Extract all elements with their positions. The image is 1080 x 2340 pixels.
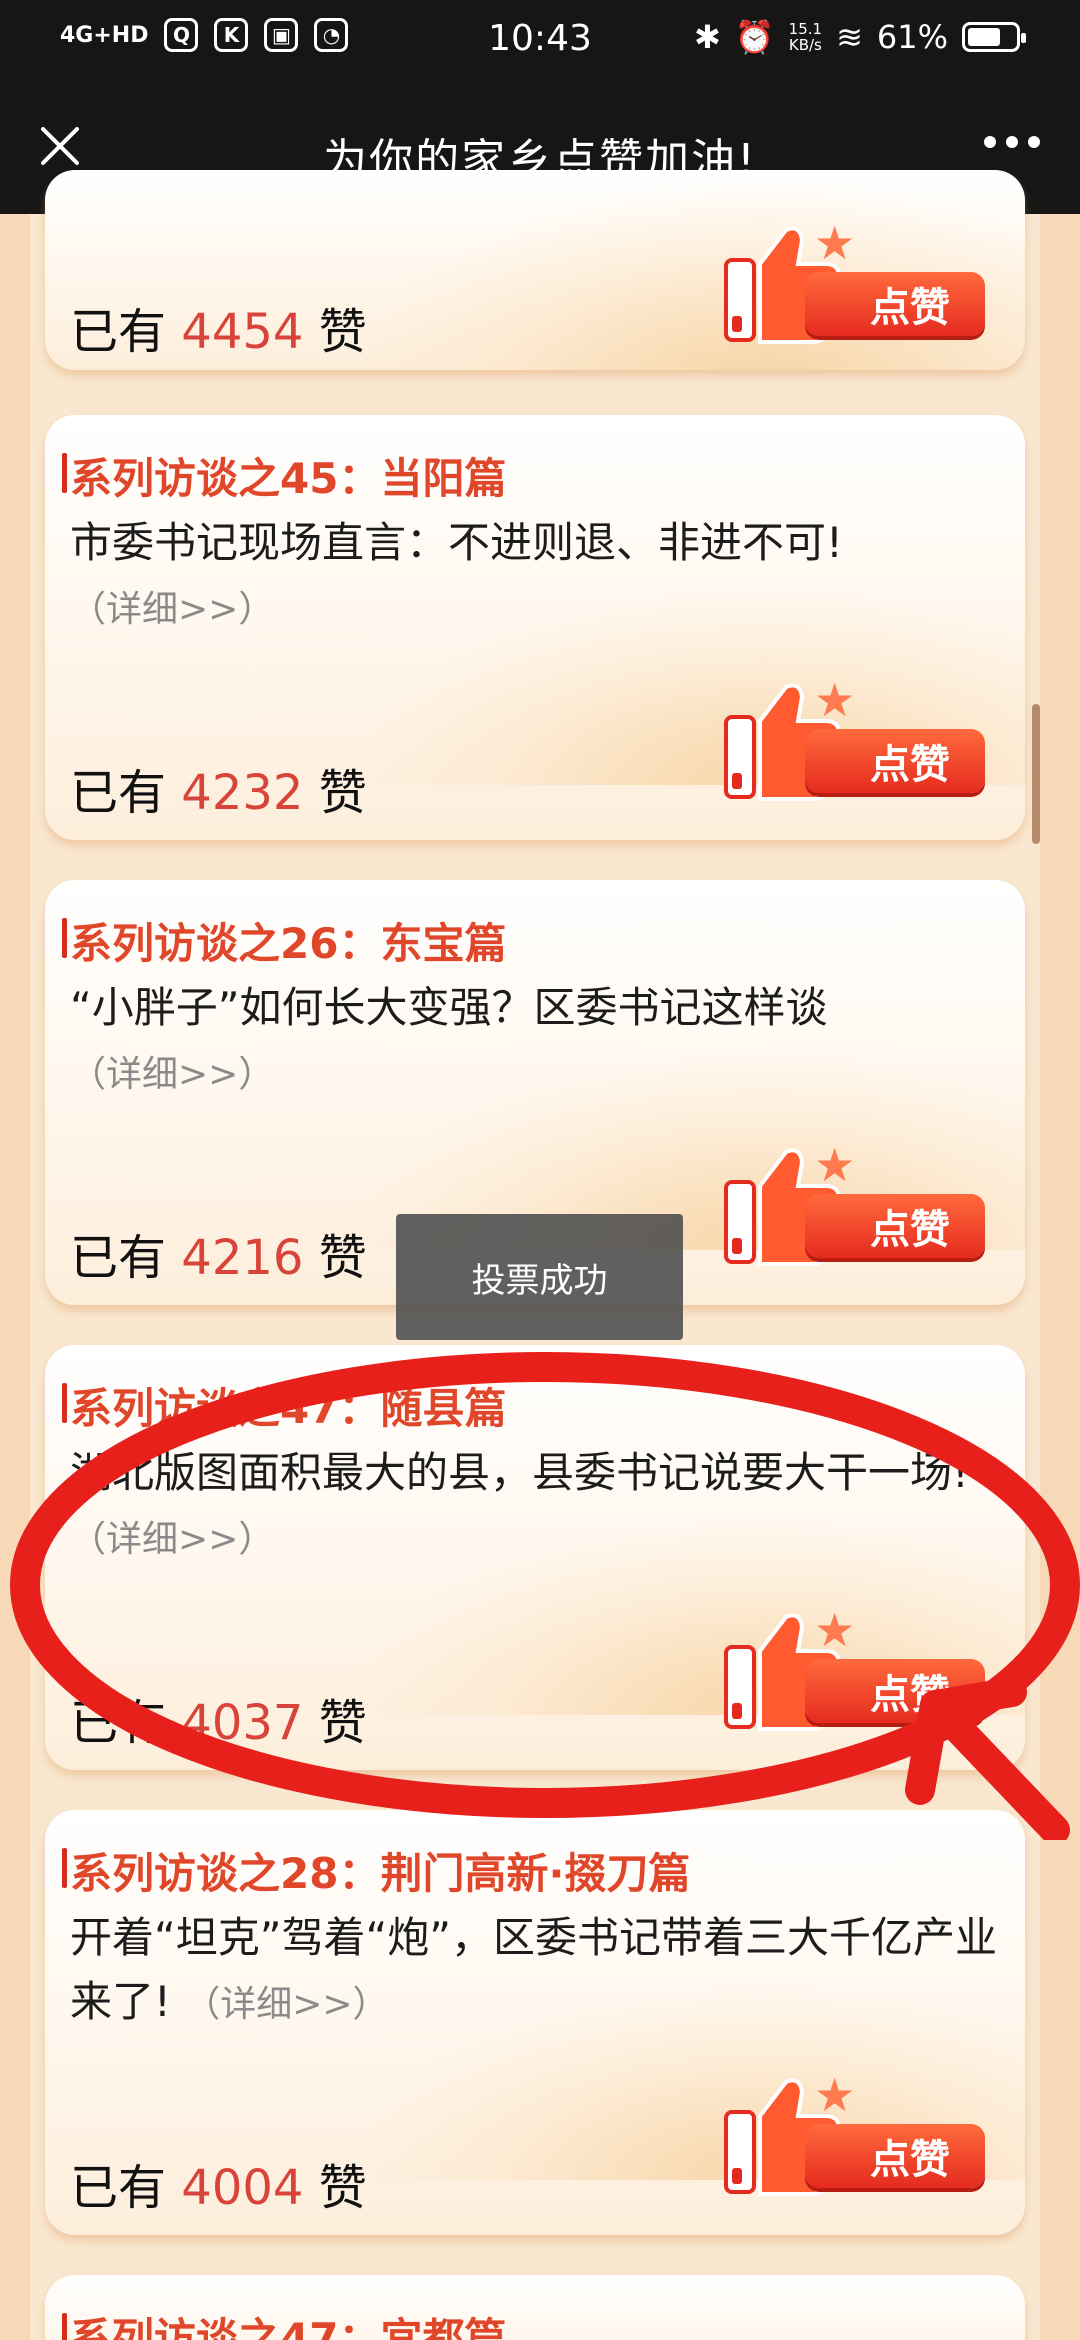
annotation-circle [10,1352,1080,1840]
star-icon: ★ [814,1138,856,1192]
bluetooth-icon: ✱ [694,18,721,56]
like-button[interactable]: ★ 点赞 [710,216,985,344]
network-speed: 15.1 KB/s [788,20,823,54]
like-count: 已有 4004 赞 [70,2160,367,2216]
list-item: 已有 4454 赞 ★ 点赞 [45,170,1025,370]
list-item: 系列访谈之45：当阳篇 市委书记现场直言：不进则退、非进不可! （详细>>） 已… [45,415,1025,840]
like-count: 已有 4232 赞 [70,765,367,821]
card-description: 市委书记现场直言：不进则退、非进不可! （详细>>） [70,518,843,630]
like-button-label: 点赞 [805,1194,985,1258]
like-button-label: 点赞 [805,272,985,336]
status-bar: 4G+HD Q K ▣ ◔ 10:43 ✱ ⏰ 15.1 KB/s ≋ 61% [0,0,1080,80]
list-item: 系列访谈之28：荆门高新·掇刀篇 开着“坦克”驾着“炮”，区委书记带着三大千亿产… [45,1810,1025,2235]
like-button-label: 点赞 [805,729,985,793]
like-count: 已有 4454 赞 [70,304,367,360]
star-icon: ★ [814,673,856,727]
card-title: 系列访谈之45：当阳篇 [61,445,506,506]
star-icon: ★ [814,2068,856,2122]
battery-icon [962,22,1026,52]
battery-percent: 61% [876,18,948,56]
scrollbar[interactable] [1032,704,1040,844]
detail-link[interactable]: （详细>>） [70,589,274,630]
card-title: 系列访谈之47：宜都篇 [61,2305,506,2340]
card-title: 系列访谈之26：东宝篇 [61,910,506,971]
like-button-label: 点赞 [805,2124,985,2188]
alarm-icon: ⏰ [734,18,775,56]
detail-link[interactable]: （详细>>） [184,1984,388,2025]
more-options-icon[interactable] [984,136,1040,148]
like-count: 已有 4216 赞 [70,1230,367,1286]
star-icon: ★ [814,216,856,270]
like-button[interactable]: ★ 点赞 [710,673,985,801]
card-description: “小胖子”如何长大变强？区委书记这样谈 （详细>>） [70,983,828,1095]
status-right-icons: ✱ ⏰ 15.1 KB/s ≋ 61% [694,18,1026,56]
card-description: 开着“坦克”驾着“炮”，区委书记带着三大千亿产业来了! （详细>>） [70,1913,998,2026]
detail-link[interactable]: （详细>>） [70,1054,274,1095]
like-button[interactable]: ★ 点赞 [710,2068,985,2196]
wifi-icon: ≋ [836,18,863,56]
list-item: 系列访谈之47：宜都篇 [45,2275,1025,2340]
card-title: 系列访谈之28：荆门高新·掇刀篇 [61,1840,690,1901]
like-button[interactable]: ★ 点赞 [710,1138,985,1266]
